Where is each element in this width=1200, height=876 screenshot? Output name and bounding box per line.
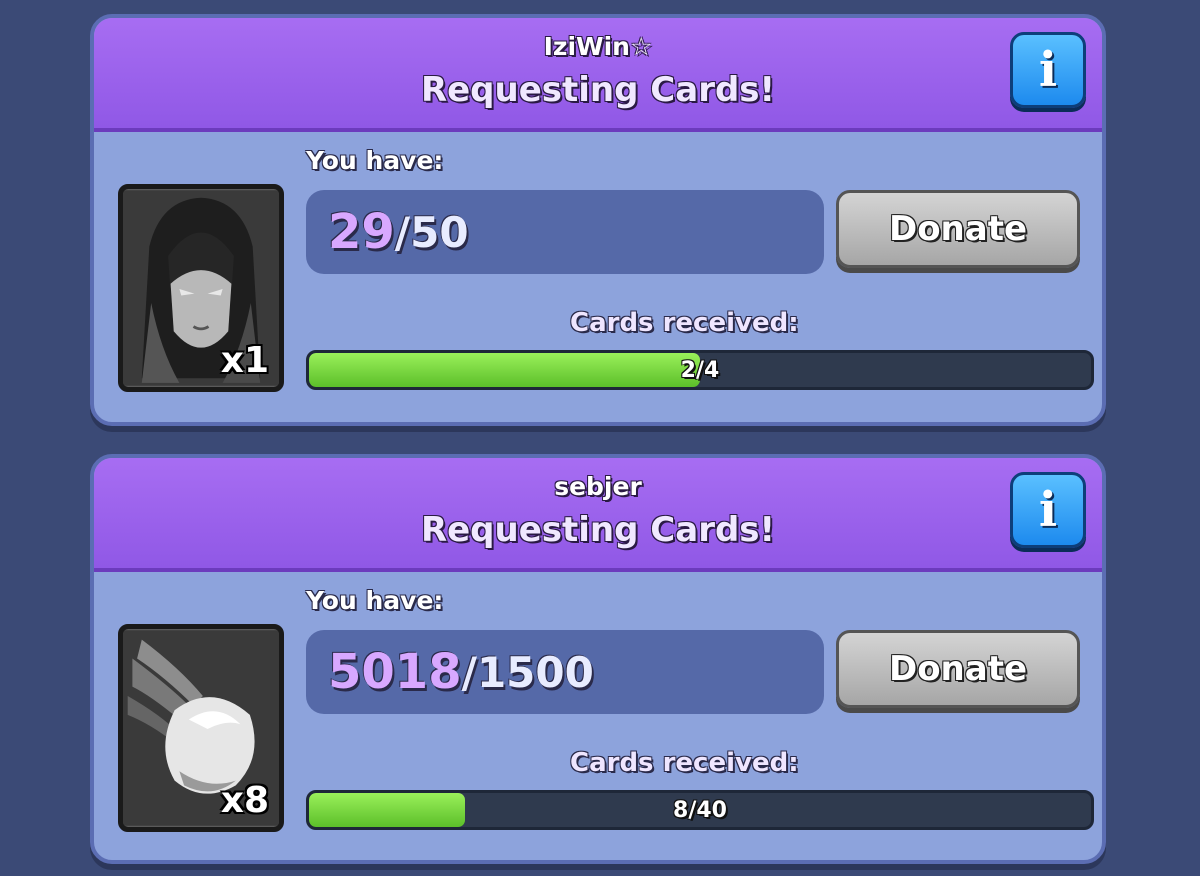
progress-text: 8/40 xyxy=(673,797,727,823)
request-title: Requesting Cards! xyxy=(420,510,776,550)
snowball-card-icon: x8 xyxy=(118,624,284,832)
cards-received-label: Cards received: xyxy=(570,308,799,338)
donate-button[interactable]: Donate xyxy=(836,630,1080,708)
request-title: Requesting Cards! xyxy=(420,70,776,110)
card-count: x1 xyxy=(220,340,269,381)
cards-received-label: Cards received: xyxy=(570,748,799,778)
donate-button[interactable]: Donate xyxy=(836,190,1080,268)
owned-current: 29 xyxy=(328,204,395,260)
owned-needed: 50 xyxy=(410,207,469,257)
player-name: IziWin☆ xyxy=(543,32,653,61)
request-header: IziWin☆ Requesting Cards! i xyxy=(94,18,1102,132)
owned-current: 5018 xyxy=(328,644,462,700)
owned-separator: / xyxy=(461,647,477,697)
card-request-panel: sebjer Requesting Cards! i x8 You have: … xyxy=(90,454,1106,864)
cards-received-progress: 8/40 xyxy=(306,790,1094,830)
info-button[interactable]: i xyxy=(1010,472,1086,548)
card-request-panel: IziWin☆ Requesting Cards! i x1 You have:… xyxy=(90,14,1106,426)
you-have-label: You have: xyxy=(306,146,444,175)
owned-needed: 1500 xyxy=(476,647,594,697)
owned-separator: / xyxy=(394,207,411,257)
you-have-label: You have: xyxy=(306,586,444,615)
witch-card-icon: x1 xyxy=(118,184,284,392)
player-name: sebjer xyxy=(554,472,642,501)
request-header: sebjer Requesting Cards! i xyxy=(94,458,1102,572)
owned-count-box: 29 / 50 xyxy=(306,190,824,274)
card-count: x8 xyxy=(220,780,269,821)
owned-count-box: 5018 / 1500 xyxy=(306,630,824,714)
cards-received-progress: 2/4 xyxy=(306,350,1094,390)
info-button[interactable]: i xyxy=(1010,32,1086,108)
progress-text: 2/4 xyxy=(680,357,720,383)
